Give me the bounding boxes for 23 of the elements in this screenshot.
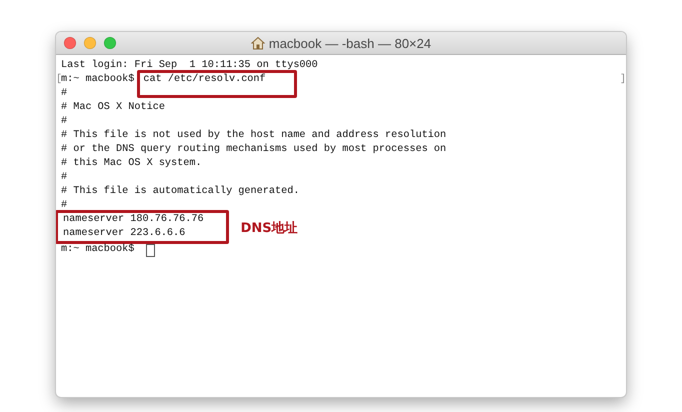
close-button[interactable] xyxy=(64,37,76,49)
bracket-mark: [ xyxy=(56,73,61,87)
output-line: # xyxy=(61,87,68,101)
house-icon xyxy=(250,36,265,50)
output-line: Last login: Fri Sep 1 10:11:35 on ttys000 xyxy=(61,59,319,73)
output-line: # or the DNS query routing mechanisms used by most processes on xyxy=(61,143,448,157)
annotation-label: DNS地址 xyxy=(240,220,298,237)
bracket-mark: ] xyxy=(620,73,626,87)
output-line: # Mac OS X Notice xyxy=(61,101,166,115)
output-line: # xyxy=(61,171,68,185)
shell-prompt: m:~ macbook$ xyxy=(61,73,134,87)
output-line: nameserver 223.6.6.6 xyxy=(63,227,186,241)
output-line: # xyxy=(61,199,68,213)
output-line: # This file is not used by the host name and address resolution xyxy=(61,129,448,143)
output-line: # this Mac OS X system. xyxy=(61,157,203,171)
window-title: macbook — -bash — 80×24 xyxy=(268,36,432,50)
command-text: cat /etc/resolv.conf xyxy=(137,70,297,98)
output-line: # This file is automatically generated. xyxy=(61,185,300,199)
zoom-button[interactable] xyxy=(104,37,116,49)
output-line: # xyxy=(61,115,68,129)
output-line: nameserver 180.76.76.76 xyxy=(63,213,204,227)
shell-prompt: m:~ macbook$ xyxy=(61,243,134,257)
minimize-button[interactable] xyxy=(84,37,96,49)
